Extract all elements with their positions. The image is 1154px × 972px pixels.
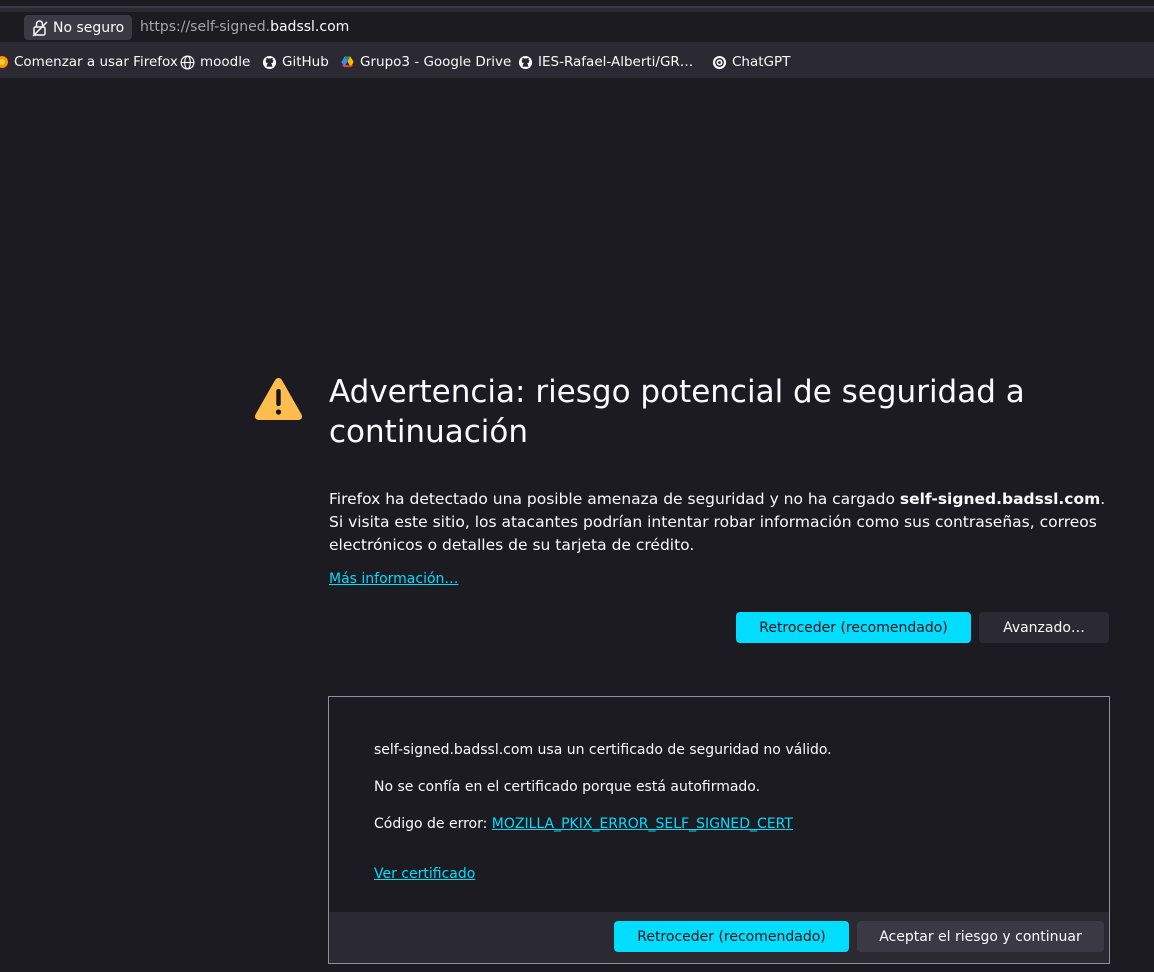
accept-risk-button[interactable]: Aceptar el riesgo y continuar	[857, 921, 1104, 952]
bookmark-label: ChatGPT	[732, 54, 791, 70]
error-code-label: Código de error:	[374, 816, 492, 832]
bookmark-label: moodle	[200, 54, 251, 70]
warning-icon	[253, 375, 304, 422]
google-drive-icon	[340, 55, 355, 70]
firefox-icon	[0, 55, 9, 70]
url-domain: badssl.com	[270, 19, 350, 35]
bookmark-label: Comenzar a usar Firefox	[14, 54, 178, 70]
view-certificate-line: Ver certificado	[374, 866, 475, 882]
site-identity-button[interactable]: No seguro	[24, 15, 132, 40]
view-certificate-link[interactable]: Ver certificado	[374, 866, 475, 882]
bookmark-moodle[interactable]: moodle	[180, 54, 250, 70]
bookmark-chatgpt[interactable]: ChatGPT	[712, 54, 790, 70]
tab-strip	[0, 0, 1154, 8]
error-code-line: Código de error: MOZILLA_PKIX_ERROR_SELF…	[374, 816, 793, 832]
bookmark-label: IES-Rafael-Alberti/GR…	[538, 54, 694, 70]
globe-icon	[180, 55, 195, 70]
url-prefix: https://self-signed.	[140, 19, 271, 35]
invalid-cert-text: self-signed.badssl.com usa un certificad…	[374, 742, 832, 758]
github-icon	[262, 55, 277, 70]
go-back-button-advanced[interactable]: Retroceder (recomendado)	[614, 921, 849, 952]
bookmark-label: GitHub	[282, 54, 329, 70]
insecure-lock-icon	[32, 19, 48, 37]
go-back-button[interactable]: Retroceder (recomendado)	[736, 612, 971, 643]
bookmark-google-drive[interactable]: Grupo3 - Google Drive	[340, 54, 511, 70]
bookmarks-toolbar: Comenzar a usar Firefox moodle GitHub Gr…	[0, 46, 1154, 78]
advanced-button[interactable]: Avanzado…	[979, 612, 1109, 643]
error-code-link[interactable]: MOZILLA_PKIX_ERROR_SELF_SIGNED_CERT	[492, 816, 793, 832]
page-title: Advertencia: riesgo potencial de segurid…	[329, 374, 1025, 450]
bookmark-ies-github[interactable]: IES-Rafael-Alberti/GR…	[518, 54, 693, 70]
warning-description: Firefox ha detectado una posible amenaza…	[329, 488, 1109, 557]
chatgpt-icon	[712, 55, 727, 70]
blocked-host: self-signed.badssl.com	[899, 490, 1101, 508]
advanced-panel-footer: Retroceder (recomendado) Aceptar el ries…	[329, 912, 1109, 963]
navigation-toolbar: No seguro https://self-signed.badssl.com	[0, 8, 1154, 46]
url-text[interactable]: https://self-signed.badssl.com	[140, 19, 349, 35]
bookmark-firefox[interactable]: Comenzar a usar Firefox	[0, 54, 178, 70]
github-icon	[518, 55, 533, 70]
advanced-panel: self-signed.badssl.com usa un certificad…	[328, 696, 1110, 964]
address-bar[interactable]: No seguro https://self-signed.badssl.com	[0, 12, 1154, 42]
self-signed-text: No se confía en el certificado porque es…	[374, 779, 761, 795]
bookmark-github[interactable]: GitHub	[262, 54, 329, 70]
bookmark-label: Grupo3 - Google Drive	[360, 54, 512, 70]
identity-label: No seguro	[53, 19, 125, 36]
description-text: Firefox ha detectado una posible amenaza…	[329, 490, 900, 508]
learn-more-link[interactable]: Más información…	[329, 571, 458, 587]
